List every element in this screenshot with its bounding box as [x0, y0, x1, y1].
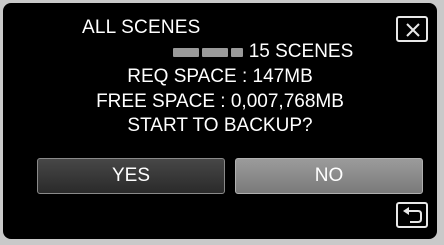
scene-summary-row: 15 SCENES: [3, 41, 437, 63]
close-button[interactable]: [396, 16, 428, 42]
dialog-title: ALL SCENES: [82, 17, 201, 38]
backup-dialog: ALL SCENES 15 SCENES REQ SPACE : 147MB F…: [3, 3, 437, 239]
back-return-icon: [403, 207, 422, 223]
required-space: REQ SPACE : 147MB: [127, 66, 313, 87]
yes-button[interactable]: YES: [37, 158, 225, 194]
no-button[interactable]: NO: [235, 158, 423, 194]
date-redacted-graphic: [172, 47, 243, 57]
back-button[interactable]: [396, 202, 428, 228]
close-icon: [406, 23, 420, 37]
scene-count: 15 SCENES: [248, 41, 354, 62]
backup-prompt: START TO BACKUP?: [127, 115, 313, 136]
free-space: FREE SPACE : 0,007,768MB: [96, 91, 344, 112]
